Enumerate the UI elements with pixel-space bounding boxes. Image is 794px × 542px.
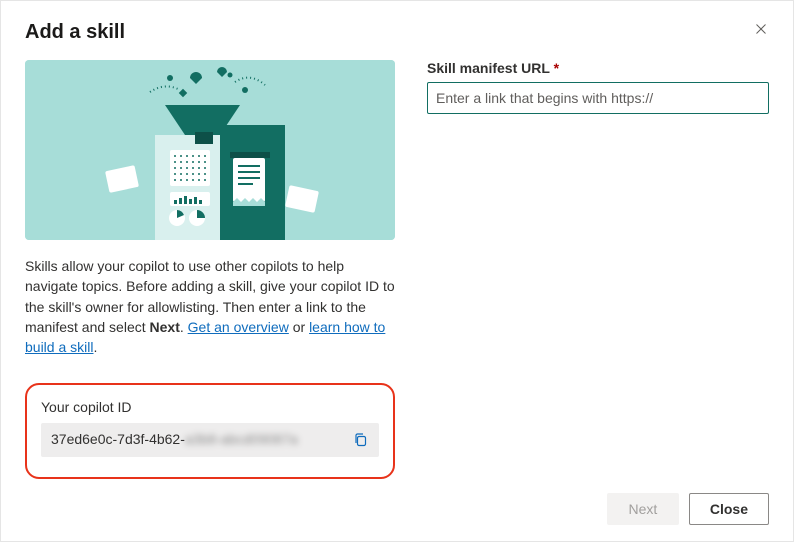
- copilot-id-value: 37ed6e0c-7d3f-4b62-: [51, 431, 185, 447]
- copilot-id-section-highlight: Your copilot ID 37ed6e0c-7d3f-4b62-a3b8-…: [25, 383, 395, 479]
- copilot-id-label: Your copilot ID: [41, 399, 379, 415]
- manifest-url-label: Skill manifest URL *: [427, 60, 769, 76]
- get-overview-link[interactable]: Get an overview: [188, 319, 289, 335]
- close-icon[interactable]: [753, 21, 769, 37]
- manifest-url-input[interactable]: [427, 82, 769, 114]
- description-text: Skills allow your copilot to use other c…: [25, 256, 395, 357]
- next-button[interactable]: Next: [607, 493, 679, 525]
- copilot-id-redacted: a3b8-abcd09087a: [185, 431, 298, 447]
- copy-icon[interactable]: [353, 432, 369, 448]
- panel-footer: Next Close: [25, 479, 769, 525]
- panel-title: Add a skill: [25, 21, 125, 44]
- panel-header: Add a skill: [25, 21, 769, 44]
- close-button[interactable]: Close: [689, 493, 769, 525]
- skill-illustration: [25, 60, 395, 240]
- copilot-id-field: 37ed6e0c-7d3f-4b62-a3b8-abcd09087a: [41, 423, 379, 457]
